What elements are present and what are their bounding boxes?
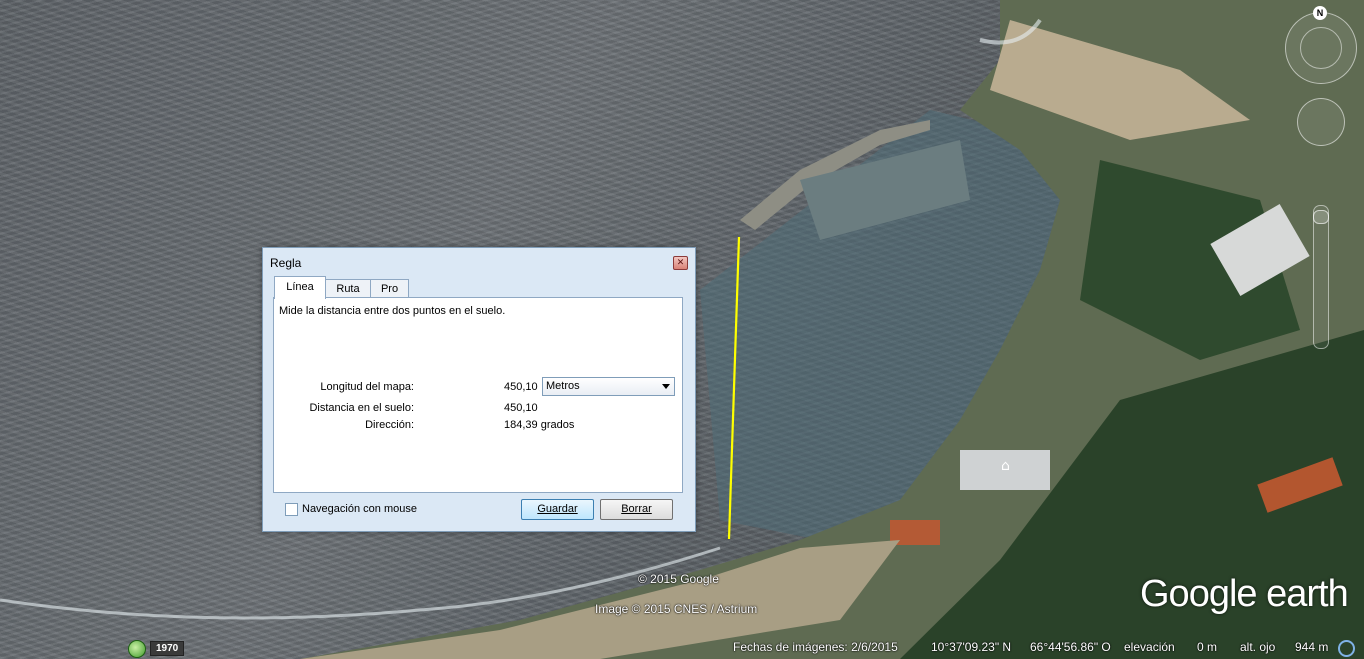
tab-path[interactable]: Ruta (324, 279, 372, 298)
ruler-description: Mide la distancia entre dos puntos en el… (279, 305, 506, 317)
historical-imagery-icon[interactable] (128, 640, 146, 658)
elevation-value: 0 m (1197, 640, 1218, 654)
heading-value: 184,39 grados (504, 419, 575, 431)
move-control[interactable] (1297, 98, 1345, 146)
ground-distance-value: 450,10 (504, 402, 538, 414)
chevron-down-icon (662, 384, 670, 389)
mouse-navigation-text: Navegación con mouse (302, 503, 417, 515)
save-button[interactable]: Guardar (521, 499, 594, 520)
map-length-value: 450,10 (504, 381, 538, 393)
latitude-readout: 10°37'09.23" N (931, 640, 1012, 654)
tab-panel: Mide la distancia entre dos puntos en el… (273, 297, 683, 493)
svg-text:⌂: ⌂ (1001, 458, 1010, 474)
historical-imagery-year[interactable]: 1970 (150, 641, 185, 656)
heading-label: Dirección: (365, 419, 414, 431)
clear-button-label: Borrar (621, 503, 652, 515)
tab-line[interactable]: Línea (274, 276, 326, 299)
dialog-title: Regla (270, 256, 302, 270)
close-icon[interactable]: ✕ (673, 256, 688, 270)
clear-button[interactable]: Borrar (600, 499, 673, 520)
mouse-navigation-checkbox[interactable] (285, 503, 298, 516)
units-select[interactable]: Metros (542, 377, 675, 396)
tab-pro[interactable]: Pro (370, 279, 409, 298)
units-selected: Metros (546, 380, 580, 392)
save-button-label: Guardar (537, 503, 578, 515)
eye-altitude-value: 944 m (1295, 640, 1329, 654)
streaming-status-icon (1338, 640, 1355, 657)
ruler-dialog: Regla ✕ Línea Ruta Pro Mide la distancia… (262, 247, 696, 532)
zoom-slider[interactable] (1313, 205, 1329, 349)
north-icon[interactable]: N (1313, 6, 1327, 20)
google-copyright: © 2015 Google (638, 572, 719, 586)
compass-center[interactable] (1300, 27, 1342, 69)
google-earth-logo: Google earth (1140, 573, 1349, 615)
map-length-label: Longitud del mapa: (320, 381, 414, 393)
zoom-slider-thumb[interactable] (1313, 210, 1329, 224)
imagery-date: Fechas de imágenes: 2/6/2015 (733, 640, 898, 654)
ground-distance-label: Distancia en el suelo: (309, 402, 414, 414)
imagery-copyright: Image © 2015 CNES / Astrium (595, 602, 758, 616)
mouse-navigation-label[interactable]: Navegación con mouse (302, 503, 417, 515)
longitude-readout: 66°44'56.86" O (1030, 640, 1111, 654)
elevation-label: elevación (1124, 640, 1175, 654)
eye-altitude-label: alt. ojo (1240, 640, 1276, 654)
